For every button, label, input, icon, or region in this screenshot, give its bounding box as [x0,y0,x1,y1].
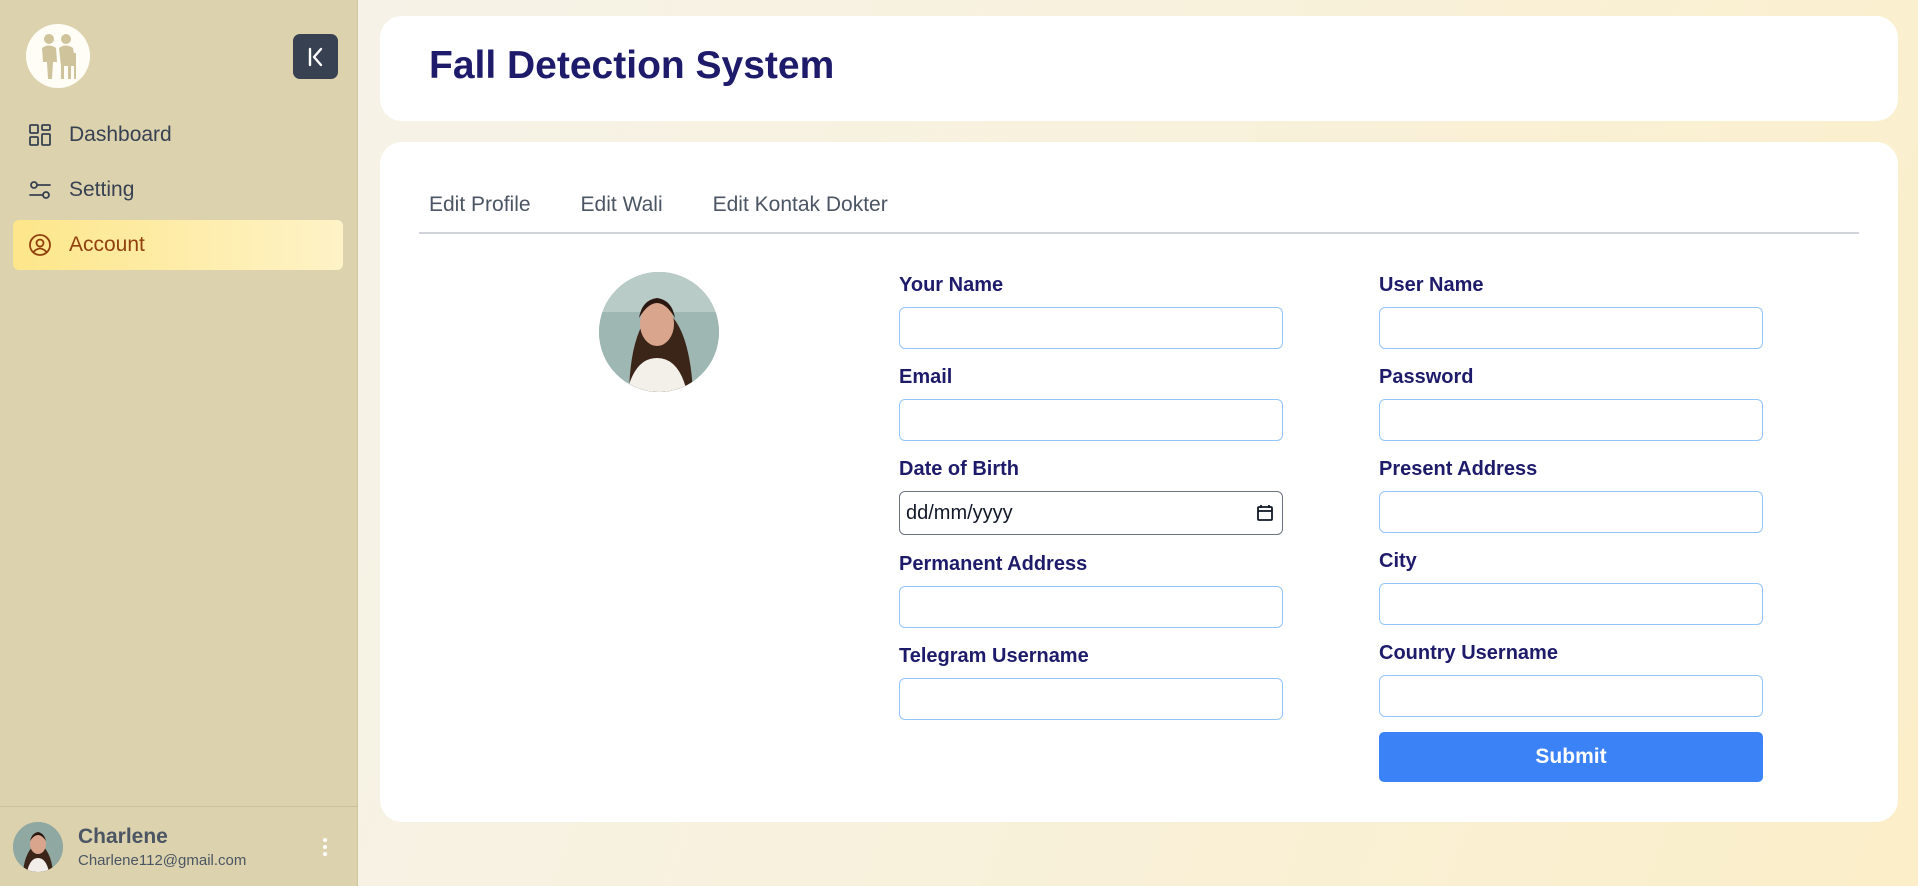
email-label: Email [899,366,953,388]
date-placeholder: dd/mm/yyyy [906,501,1013,524]
sidebar-item-dashboard[interactable]: Dashboard [13,110,343,160]
email-input[interactable] [899,399,1283,441]
telegram-username-input[interactable] [899,678,1283,720]
present-address-input[interactable] [1379,491,1763,533]
tab-bar: Edit Profile Edit Wali Edit Kontak Dokte… [419,188,1859,234]
avatar-image [13,821,63,872]
tab-edit-wali[interactable]: Edit Wali [571,188,673,228]
date-of-birth-input[interactable]: dd/mm/yyyy [899,491,1283,535]
avatar[interactable] [13,821,63,872]
permanent-address-input[interactable] [899,586,1283,628]
present-address-label: Present Address [1379,458,1538,480]
account-form-card: Edit Profile Edit Wali Edit Kontak Dokte… [380,142,1898,822]
header-card: Fall Detection System [380,16,1898,121]
your-name-label: Your Name [899,274,1004,296]
user-info: Charlene Charlene112@gmail.com [78,825,246,869]
sidebar-item-account[interactable]: Account [13,220,343,270]
sidebar-item-label: Dashboard [69,123,172,146]
collapse-sidebar-button[interactable] [293,34,338,79]
date-of-birth-label: Date of Birth [899,458,1019,480]
user-name: Charlene [78,824,168,848]
dashboard-grid-icon [29,124,51,146]
sidebar-item-label: Account [69,233,145,256]
user-email: Charlene112@gmail.com [78,851,247,869]
user-name-input[interactable] [1379,307,1763,349]
calendar-icon[interactable] [1256,504,1274,522]
sidebar-item-setting[interactable]: Setting [13,165,343,215]
tab-edit-profile[interactable]: Edit Profile [419,188,541,228]
telegram-username-label: Telegram Username [899,645,1089,667]
your-name-input[interactable] [899,307,1283,349]
page-title: Fall Detection System [429,44,835,87]
collapse-left-icon [308,47,322,66]
password-label: Password [1379,366,1474,388]
tab-edit-kontak-dokter[interactable]: Edit Kontak Dokter [703,188,898,228]
permanent-address-label: Permanent Address [899,553,1088,575]
user-profile-footer: Charlene Charlene112@gmail.com [0,806,358,886]
sidebar: Dashboard Setting Account Charlene Charl… [0,0,358,886]
submit-button[interactable]: Submit [1379,732,1763,782]
profile-photo-image [599,272,719,392]
elderly-couple-icon [42,34,76,79]
password-input[interactable] [1379,399,1763,441]
profile-photo[interactable] [599,272,719,392]
sidebar-nav: Dashboard Setting Account [13,110,343,275]
more-options-button[interactable] [318,835,332,859]
country-username-label: Country Username [1379,642,1558,664]
sidebar-item-label: Setting [69,178,135,201]
user-circle-icon [29,234,51,256]
country-username-input[interactable] [1379,675,1763,717]
city-input[interactable] [1379,583,1763,625]
kebab-menu-icon [323,838,327,856]
city-label: City [1379,550,1417,572]
sliders-icon [29,181,51,199]
user-name-label: User Name [1379,274,1484,296]
app-logo [26,24,90,88]
